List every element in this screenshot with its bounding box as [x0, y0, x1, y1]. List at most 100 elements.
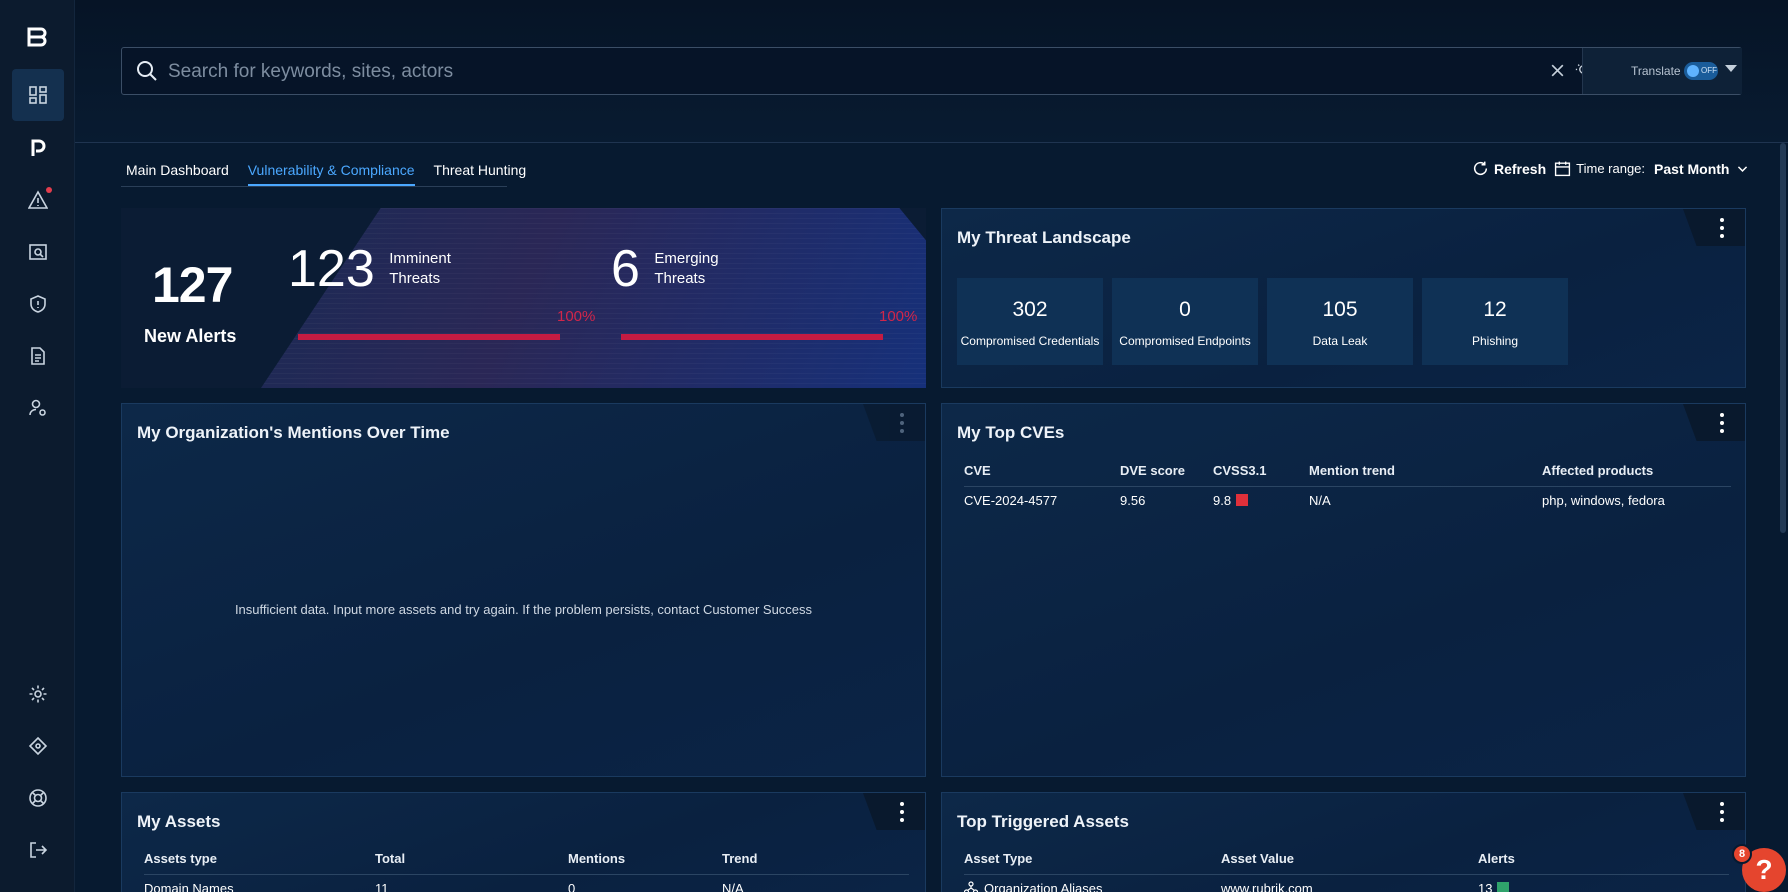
sidebar-item-shield[interactable]: [12, 278, 64, 330]
triggered-asset-value[interactable]: www.rubrik.com: [1221, 874, 1478, 892]
kebab-icon: [1720, 802, 1724, 822]
column-header[interactable]: DVE score: [1120, 463, 1213, 487]
shield-icon: [30, 295, 46, 313]
refresh-icon[interactable]: [1472, 160, 1489, 177]
column-header[interactable]: CVE: [964, 463, 1120, 487]
document-icon: [31, 347, 45, 365]
time-range-select[interactable]: Past Month: [1654, 161, 1729, 177]
translate-control: Translate OFF: [1582, 48, 1742, 94]
alerts-indicator: [1497, 882, 1510, 892]
panel-title: My Threat Landscape: [957, 228, 1131, 247]
panel-menu-button[interactable]: [863, 793, 925, 830]
emerging-progress-bar: [621, 334, 883, 340]
new-alerts-label: New Alerts: [144, 326, 237, 346]
sidebar-item-logout[interactable]: [12, 824, 64, 876]
alerts-summary: 127 New Alerts 123 Imminent Threats 100% …: [121, 208, 926, 388]
column-header[interactable]: Asset Type: [964, 851, 1221, 875]
sidebar-item-reports[interactable]: [12, 330, 64, 382]
user-settings-icon: [29, 399, 46, 416]
chevron-down-icon[interactable]: [1725, 65, 1737, 72]
column-header[interactable]: Assets type: [144, 851, 375, 875]
column-header[interactable]: Mentions: [568, 851, 722, 875]
clear-icon[interactable]: [1548, 61, 1566, 79]
table-row[interactable]: Organization Aliases www.rubrik.com 13: [963, 874, 1729, 892]
sidebar-item-integrations[interactable]: [12, 720, 64, 772]
sidebar-item-dashboard[interactable]: [12, 69, 64, 121]
tab-main-dashboard[interactable]: Main Dashboard: [126, 162, 229, 186]
sidebar-item-settings[interactable]: [12, 668, 64, 720]
p-icon: [31, 139, 46, 156]
panel-title: My Top CVEs: [957, 423, 1065, 442]
mention-trend: N/A: [1309, 486, 1542, 514]
triggered-asset-type: Organization Aliases: [963, 874, 1221, 892]
mentions-panel: My Organization's Mentions Over Time Ins…: [121, 403, 926, 777]
time-range-label: Time range:: [1576, 161, 1646, 176]
imminent-percent: 100%: [557, 308, 596, 325]
tabs-divider: [121, 186, 507, 187]
sidebar-item-search[interactable]: [12, 226, 64, 278]
sidebar: [0, 0, 75, 892]
panel-title: My Organization's Mentions Over Time: [137, 423, 450, 442]
tile-phishing[interactable]: 12 Phishing: [1422, 278, 1568, 365]
tile-compromised-credentials[interactable]: 302 Compromised Credentials: [957, 278, 1103, 365]
tab-vulnerability-compliance[interactable]: Vulnerability & Compliance: [247, 162, 415, 186]
panel-menu-button[interactable]: [1683, 209, 1745, 246]
search-icon: [137, 61, 157, 81]
column-header[interactable]: Trend: [722, 851, 909, 875]
affected-products: php, windows, fedora: [1542, 486, 1731, 514]
column-header[interactable]: Alerts: [1478, 851, 1729, 875]
cve-id[interactable]: CVE-2024-4577: [964, 486, 1120, 514]
asset-type: Domain Names: [144, 874, 375, 892]
emerging-threats[interactable]: 6 Emerging Threats: [611, 243, 719, 295]
help-badge: 8: [1732, 844, 1752, 864]
sidebar-item-users[interactable]: [12, 382, 64, 434]
toggle-knob: [1687, 65, 1699, 77]
column-header[interactable]: Affected products: [1542, 463, 1731, 487]
new-alerts-count: 127: [152, 257, 233, 313]
dashboard-icon: [29, 86, 47, 104]
sidebar-item-p[interactable]: [12, 122, 64, 174]
refresh-button[interactable]: Refresh: [1494, 161, 1546, 177]
top-cves-panel: My Top CVEs CVE DVE score CVSS3.1 Mentio…: [941, 403, 1746, 777]
asset-total: 11: [375, 874, 568, 892]
kebab-icon: [900, 802, 904, 822]
imminent-count: 123: [288, 240, 375, 298]
header-controls: Refresh Time range: Past Month: [1472, 160, 1749, 177]
emerging-percent: 100%: [879, 308, 918, 325]
panel-title: My Assets: [137, 812, 221, 831]
new-alerts-block[interactable]: 127 New Alerts: [121, 208, 261, 388]
panel-menu-button[interactable]: [1683, 404, 1745, 441]
table-row[interactable]: Domain Names 11 0 N/A: [144, 874, 909, 892]
kebab-icon: [1720, 218, 1724, 238]
alerts-background: [261, 208, 926, 388]
dashboard-tabs: Main Dashboard Vulnerability & Complianc…: [126, 162, 526, 186]
column-header[interactable]: CVSS3.1: [1213, 463, 1309, 487]
network-icon: [963, 881, 979, 892]
sidebar-item-support[interactable]: [12, 772, 64, 824]
question-icon: ?: [1755, 854, 1773, 885]
table-row[interactable]: CVE-2024-4577 9.56 9.8 N/A php, windows,…: [964, 486, 1731, 514]
tile-data-leak[interactable]: 105 Data Leak: [1267, 278, 1413, 365]
panel-menu-button[interactable]: [863, 404, 925, 441]
emerging-label: Emerging Threats: [654, 250, 719, 287]
emerging-count: 6: [611, 240, 640, 298]
kebab-icon: [1720, 413, 1724, 433]
tile-compromised-endpoints[interactable]: 0 Compromised Endpoints: [1112, 278, 1258, 365]
search-input[interactable]: [168, 56, 1368, 88]
sidebar-item-alerts[interactable]: [12, 174, 64, 226]
column-header[interactable]: Asset Value: [1221, 851, 1478, 875]
tab-threat-hunting[interactable]: Threat Hunting: [434, 162, 527, 186]
logout-icon: [30, 842, 48, 858]
panel-menu-button[interactable]: [1683, 793, 1745, 830]
logo-icon[interactable]: [26, 26, 48, 48]
column-header[interactable]: Mention trend: [1309, 463, 1542, 487]
asset-trend: N/A: [722, 874, 909, 892]
chevron-down-icon[interactable]: [1736, 162, 1749, 175]
translate-toggle[interactable]: OFF: [1684, 62, 1718, 80]
scrollbar[interactable]: [1780, 143, 1786, 533]
imminent-label: Imminent Threats: [389, 250, 451, 287]
column-header[interactable]: Total: [375, 851, 568, 875]
imminent-threats[interactable]: 123 Imminent Threats: [288, 243, 451, 295]
calendar-icon: [1555, 161, 1571, 177]
translate-label: Translate: [1631, 64, 1681, 78]
